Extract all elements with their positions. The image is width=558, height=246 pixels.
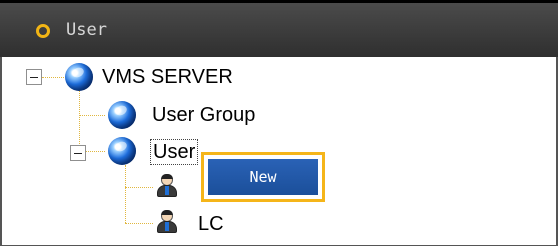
tree-node-lc[interactable]: LC — [198, 212, 224, 236]
tree-connector — [125, 165, 126, 223]
user-person-icon — [156, 174, 178, 198]
tree-connector — [125, 187, 153, 188]
title-bullet-icon — [36, 24, 50, 38]
panel-titlebar: User — [0, 3, 558, 57]
context-menu: New — [201, 152, 325, 202]
tree-node-user[interactable]: User — [150, 139, 199, 165]
user-group-globe-icon — [108, 101, 136, 129]
server-globe-icon — [65, 63, 93, 91]
tree-connector — [42, 77, 64, 78]
collapse-root-button[interactable] — [26, 69, 42, 85]
panel-title: User — [66, 20, 107, 40]
user-person-icon — [156, 210, 178, 234]
tree-node-user-group[interactable]: User Group — [152, 103, 255, 127]
tree-connector — [79, 115, 105, 116]
tree-connector — [125, 223, 153, 224]
tree-node-vms-server[interactable]: VMS SERVER — [102, 65, 233, 89]
menu-item-new[interactable]: New — [208, 159, 318, 195]
user-globe-icon — [108, 137, 136, 165]
collapse-user-button[interactable] — [70, 145, 86, 161]
